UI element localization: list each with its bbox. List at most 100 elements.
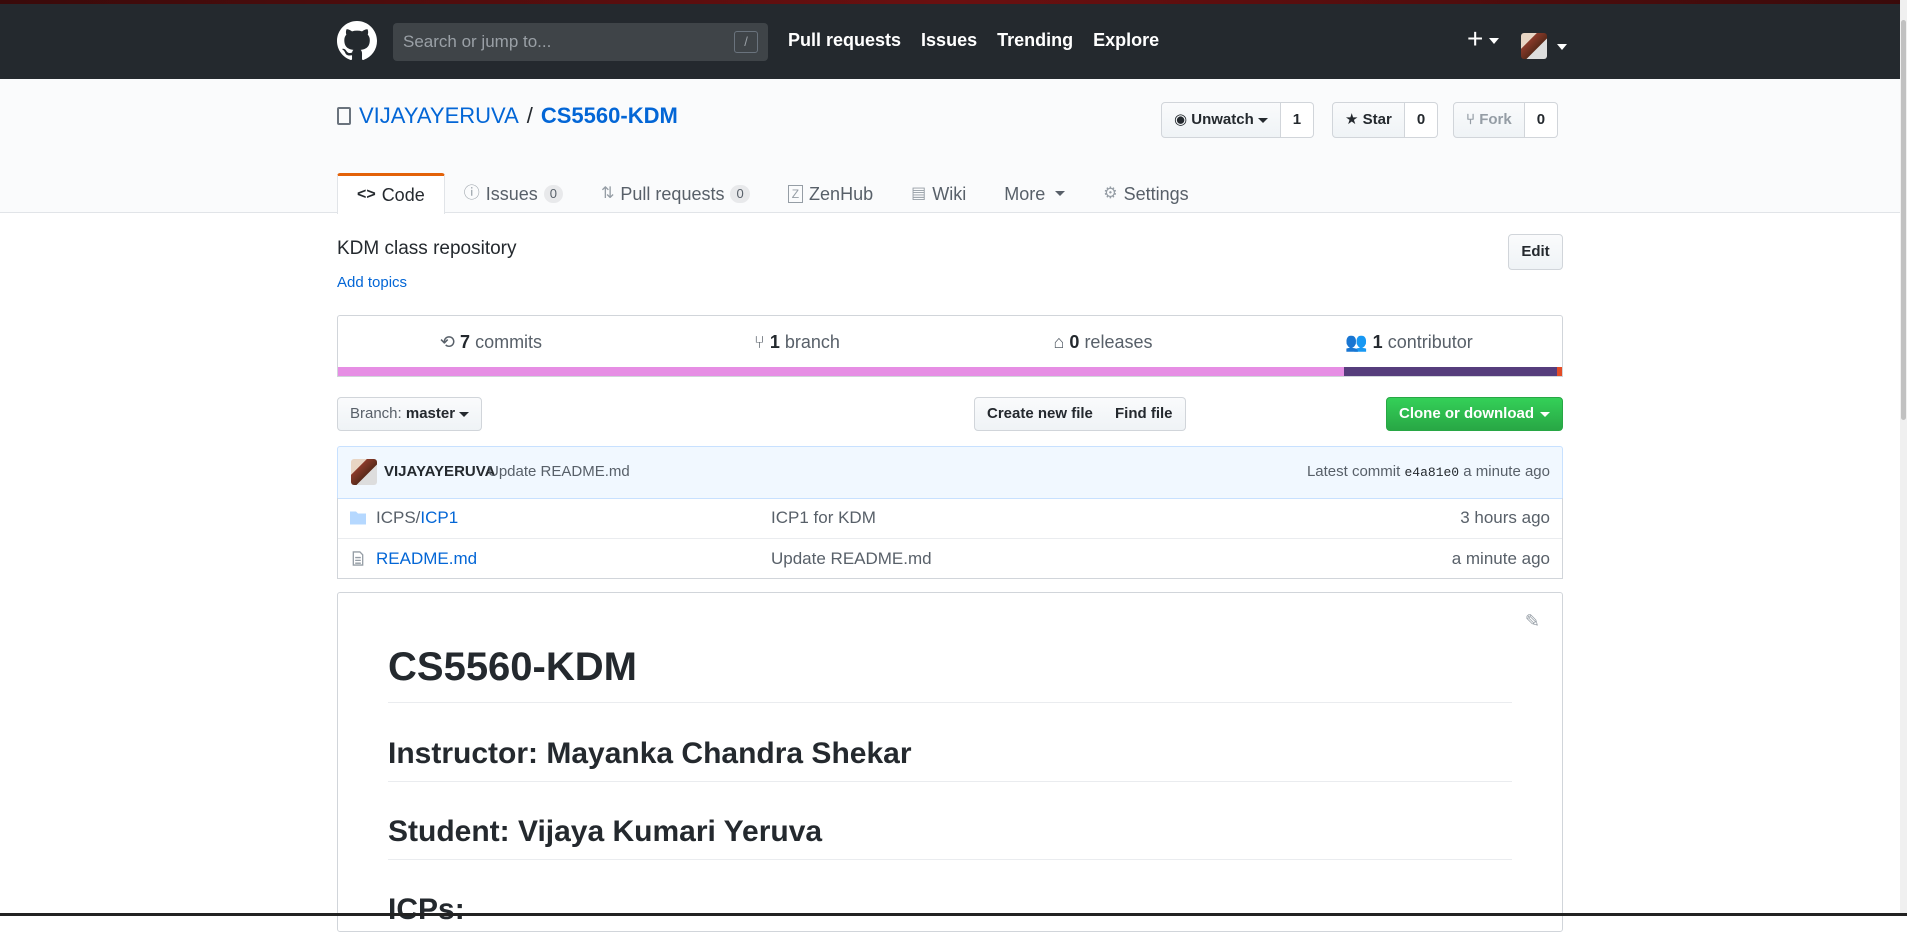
fork-button[interactable]: ⑂ Fork [1453,102,1525,138]
latest-commit: VIJAYAYERUVA Update README.md Latest com… [337,446,1563,499]
nav-pull-requests[interactable]: Pull requests [788,28,901,52]
people-icon: 👥 [1345,332,1367,352]
tag-icon: ⌂ [1054,332,1065,352]
file-navigation: Branch: master Create new file Find file… [337,397,1563,431]
fork-group: ⑂ Fork 0 [1453,102,1558,138]
clone-or-download-button[interactable]: Clone or download [1386,397,1563,431]
file-commit-message[interactable]: Update README.md [771,549,932,569]
file-row[interactable]: README.md Update README.md a minute ago [338,538,1562,578]
folder-icon [350,510,366,525]
tab-issues-label: Issues [486,174,538,214]
github-header: Search or jump to... / Pull requests Iss… [0,4,1907,79]
repo-owner-link[interactable]: VIJAYAYERUVA [359,103,519,129]
file-commit-message[interactable]: ICP1 for KDM [771,508,876,528]
contributor-label: contributor [1388,332,1473,352]
nav-explore[interactable]: Explore [1093,28,1159,52]
nav-issues[interactable]: Issues [921,28,977,52]
contributors-link[interactable]: 👥 1 contributor [1256,332,1562,353]
commit-age: a minute ago [1463,463,1550,480]
add-topics-link[interactable]: Add topics [337,274,407,291]
scrollbar-thumb[interactable] [1901,20,1906,420]
branch-prefix: Branch: [350,405,402,422]
folder-prefix: ICPS/ [376,508,420,527]
watch-count[interactable]: 1 [1281,102,1314,138]
commits-link[interactable]: ⟲ 7 commits [338,332,644,353]
commit-meta: Latest commit e4a81e0 a minute ago [1307,463,1550,480]
page-scrollbar[interactable] [1900,0,1907,916]
commit-sha[interactable]: e4a81e0 [1404,465,1459,480]
language-bar[interactable] [338,367,1562,376]
search-placeholder: Search or jump to... [403,32,551,51]
chevron-down-icon [1540,412,1550,417]
repo-description: KDM class repository [337,238,517,260]
repo-tabs: <> Code ⓘ Issues 0 ⇅ Pull requests 0 Z Z… [337,173,1208,214]
commit-message[interactable]: Update README.md [488,463,630,480]
clone-label: Clone or download [1399,405,1534,422]
tab-more[interactable]: More [985,173,1084,214]
chevron-down-icon [1055,191,1065,196]
file-name[interactable]: README.md [376,549,477,569]
releases-count: 0 [1069,332,1079,352]
file-row[interactable]: ICPS/ICP1 ICP1 for KDM 3 hours ago [338,498,1562,538]
tab-wiki[interactable]: ▤ Wiki [892,173,985,214]
star-icon: ★ [1345,111,1358,128]
tab-zenhub[interactable]: Z ZenHub [769,173,892,214]
zenhub-icon: Z [788,185,803,203]
commits-label: commits [475,332,542,352]
language-segment [338,367,1344,376]
chevron-down-icon[interactable] [1557,44,1567,50]
folder-name: ICP1 [420,508,458,527]
find-file-button[interactable]: Find file [1103,397,1186,431]
repo-title: VIJAYAYERUVA / CS5560-KDM [337,103,678,129]
chevron-down-icon [459,412,469,417]
file-name[interactable]: ICPS/ICP1 [376,508,458,528]
create-new-menu[interactable]: + [1467,24,1499,54]
file-age: 3 hours ago [1460,508,1550,528]
edit-description-button[interactable]: Edit [1508,234,1563,270]
github-logo-icon[interactable] [337,21,377,61]
branches-link[interactable]: ⑂ 1 branch [644,332,950,353]
star-label: Star [1363,111,1392,128]
tab-settings[interactable]: ⚙ Settings [1084,173,1207,214]
file-age: a minute ago [1452,549,1550,569]
star-button[interactable]: ★ Star [1332,102,1405,138]
chevron-down-icon [1258,118,1268,123]
tab-code[interactable]: <> Code [337,173,445,214]
releases-link[interactable]: ⌂ 0 releases [950,332,1256,353]
branch-name: master [406,405,455,422]
issue-icon: ⓘ [464,174,480,214]
header-nav: Pull requests Issues Trending Explore [788,28,1159,52]
nav-trending[interactable]: Trending [997,28,1073,52]
file-icon [350,551,366,566]
branch-select-button[interactable]: Branch: master [337,397,482,431]
tab-pull-requests[interactable]: ⇅ Pull requests 0 [582,173,769,214]
fork-icon: ⑂ [1466,111,1475,128]
star-count[interactable]: 0 [1405,102,1438,138]
watch-group: ◉ Unwatch 1 [1161,102,1314,138]
fork-count[interactable]: 0 [1525,102,1558,138]
tab-pull-requests-label: Pull requests [620,174,724,214]
commit-author-avatar[interactable] [351,459,377,485]
releases-label: releases [1084,332,1152,352]
tab-issues[interactable]: ⓘ Issues 0 [445,173,582,214]
tab-more-label: More [1004,174,1045,214]
search-input[interactable]: Search or jump to... / [393,23,768,61]
create-new-file-button[interactable]: Create new file [974,397,1106,431]
pencil-icon[interactable]: ✎ [1525,611,1540,632]
user-avatar[interactable] [1521,33,1547,59]
unwatch-button[interactable]: ◉ Unwatch [1161,102,1281,138]
tab-zenhub-label: ZenHub [809,174,873,214]
file-list: ICPS/ICP1 ICP1 for KDM 3 hours ago READM… [337,498,1563,579]
branch-count: 1 [770,332,780,352]
commit-author[interactable]: VIJAYAYERUVA [384,463,495,480]
history-icon: ⟲ [440,332,455,352]
language-segment [1344,367,1557,376]
repo-name-link[interactable]: CS5560-KDM [541,103,678,129]
tab-wiki-label: Wiki [932,174,966,214]
eye-icon: ◉ [1174,111,1187,128]
unwatch-label: Unwatch [1191,111,1254,128]
pull-request-icon: ⇅ [601,174,614,214]
repo-icon [337,107,351,125]
contributor-count: 1 [1373,332,1383,352]
pull-requests-counter: 0 [730,185,749,203]
